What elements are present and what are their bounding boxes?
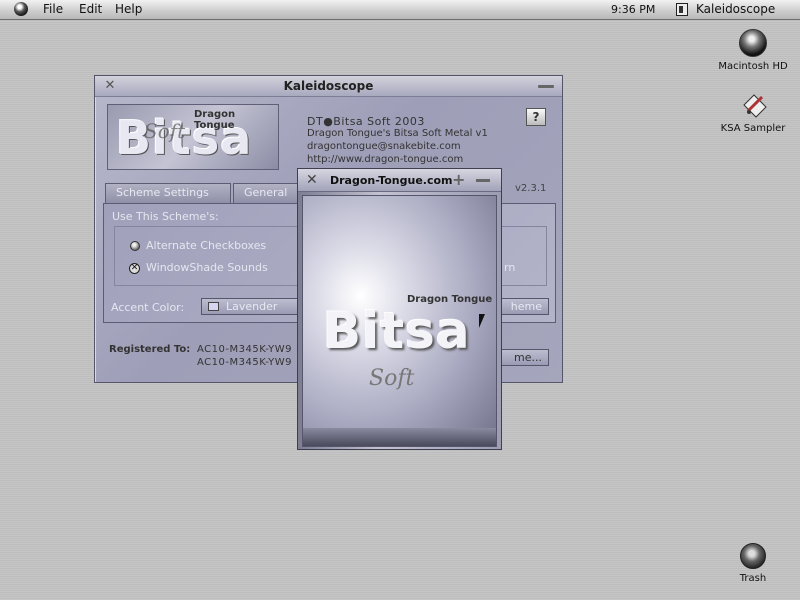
about-splash-image: Dragon Tongue Bitsa Soft [302,195,497,447]
menu-bar: File Edit Help 9:36 PM Kaleidoscope [0,0,800,20]
windowshade-sounds-label: WindowShade Sounds [146,261,268,274]
desktop-icon-trash[interactable]: Trash [726,543,780,584]
menu-help[interactable]: Help [115,2,142,16]
accent-color-select[interactable]: Lavender [201,298,301,315]
alternate-checkboxes-label: Alternate Checkboxes [146,239,267,252]
window-title: Kaleidoscope [283,79,374,93]
url-text: http://www.dragon-tongue.com [307,154,464,165]
registered-to-label: Registered To: [109,344,191,355]
mouse-pointer-icon [479,314,485,328]
desktop-icon-ksa-sampler[interactable]: KSA Sampler [716,91,790,134]
about-title-bar[interactable]: ✕ Dragon-Tongue.com + [298,169,501,192]
registration-code-1: AC10-M345K-YW9 [197,344,292,355]
menu-edit[interactable]: Edit [79,2,102,16]
hard-drive-icon [739,29,767,57]
desktop-icon-label: Trash [739,573,767,584]
splash-big-text: Bitsa [323,302,471,360]
ksa-sampler-icon [738,91,768,121]
bitsa-logo: Bitsa Soft Dragon Tongue [107,104,279,170]
menu-file[interactable]: File [43,2,63,16]
window-title-bar[interactable]: ✕ Kaleidoscope [95,76,562,97]
collapse-icon[interactable] [538,85,554,88]
registration-code-2: AC10-M345K-YW9 [197,357,292,368]
application-menu-name[interactable]: Kaleidoscope [696,2,775,16]
alternate-checkboxes-checkbox[interactable] [130,241,140,251]
collapse-icon[interactable] [476,179,490,182]
menu-clock[interactable]: 9:36 PM [611,3,655,16]
group-label: Use This Scheme's: [112,210,219,223]
trash-icon [740,543,766,569]
about-window: ✕ Dragon-Tongue.com + Dragon Tongue Bits… [297,168,502,450]
logo-top-text: Dragon Tongue [194,109,236,131]
apple-menu-icon[interactable] [14,2,28,16]
scheme-name-text: Dragon Tongue's Bitsa Soft Metal v1 [307,128,488,139]
splash-script-text: Soft [369,366,415,391]
help-button[interactable]: ? [526,108,546,126]
option-label-fragment: rn [504,261,516,274]
application-menu-icon[interactable] [676,3,688,16]
desktop-icon-label: Macintosh HD [718,61,788,72]
desktop-icon-macintosh-hd[interactable]: Macintosh HD [716,29,790,72]
version-text: v2.3.1 [515,183,547,194]
accent-color-label: Accent Color: [111,301,185,314]
logo-script-text: Soft [144,119,186,143]
desktop-icon-label: KSA Sampler [720,123,786,134]
accent-swatch [208,302,219,311]
close-icon[interactable]: ✕ [306,172,318,188]
tab-general[interactable]: General [233,183,299,203]
email-text: dragontongue@snakebite.com [307,141,461,152]
zoom-icon[interactable]: + [452,170,465,189]
tab-scheme-settings[interactable]: Scheme Settings [105,183,231,203]
about-window-title: Dragon-Tongue.com [330,174,453,187]
copyright-text: DT●Bitsa Soft 2003 [307,115,425,128]
accent-color-value: Lavender [226,300,278,313]
windowshade-sounds-checkbox[interactable]: ✕ [129,263,140,274]
